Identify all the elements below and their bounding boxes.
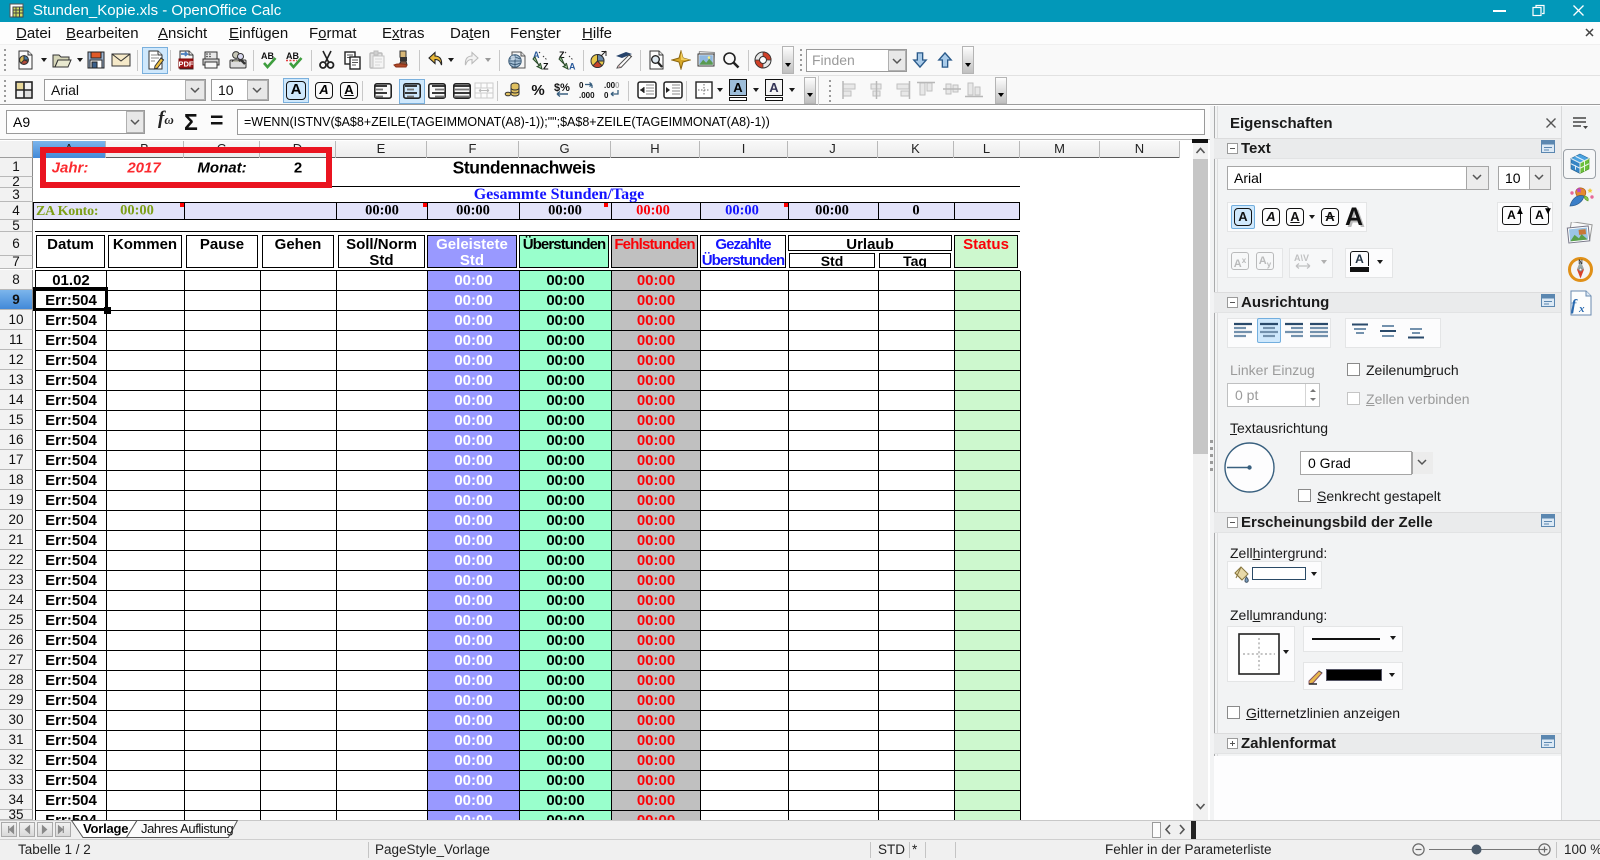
svg-text:%: % xyxy=(531,82,544,99)
svg-text:$%: $% xyxy=(554,82,570,94)
svg-text:0: 0 xyxy=(604,91,609,100)
svg-text:x: x xyxy=(1578,303,1585,315)
svg-text:0: 0 xyxy=(615,81,620,90)
svg-text:A: A xyxy=(569,62,576,71)
svg-text:Z: Z xyxy=(543,62,549,71)
svg-text:0: 0 xyxy=(579,81,584,90)
svg-text:N: N xyxy=(1578,260,1582,266)
svg-text:AB: AB xyxy=(286,51,299,61)
svg-text:PDF: PDF xyxy=(179,60,194,69)
svg-text:A\V: A\V xyxy=(1294,253,1309,263)
svg-text:.00: .00 xyxy=(604,81,616,90)
svg-text:.000: .000 xyxy=(579,91,595,100)
